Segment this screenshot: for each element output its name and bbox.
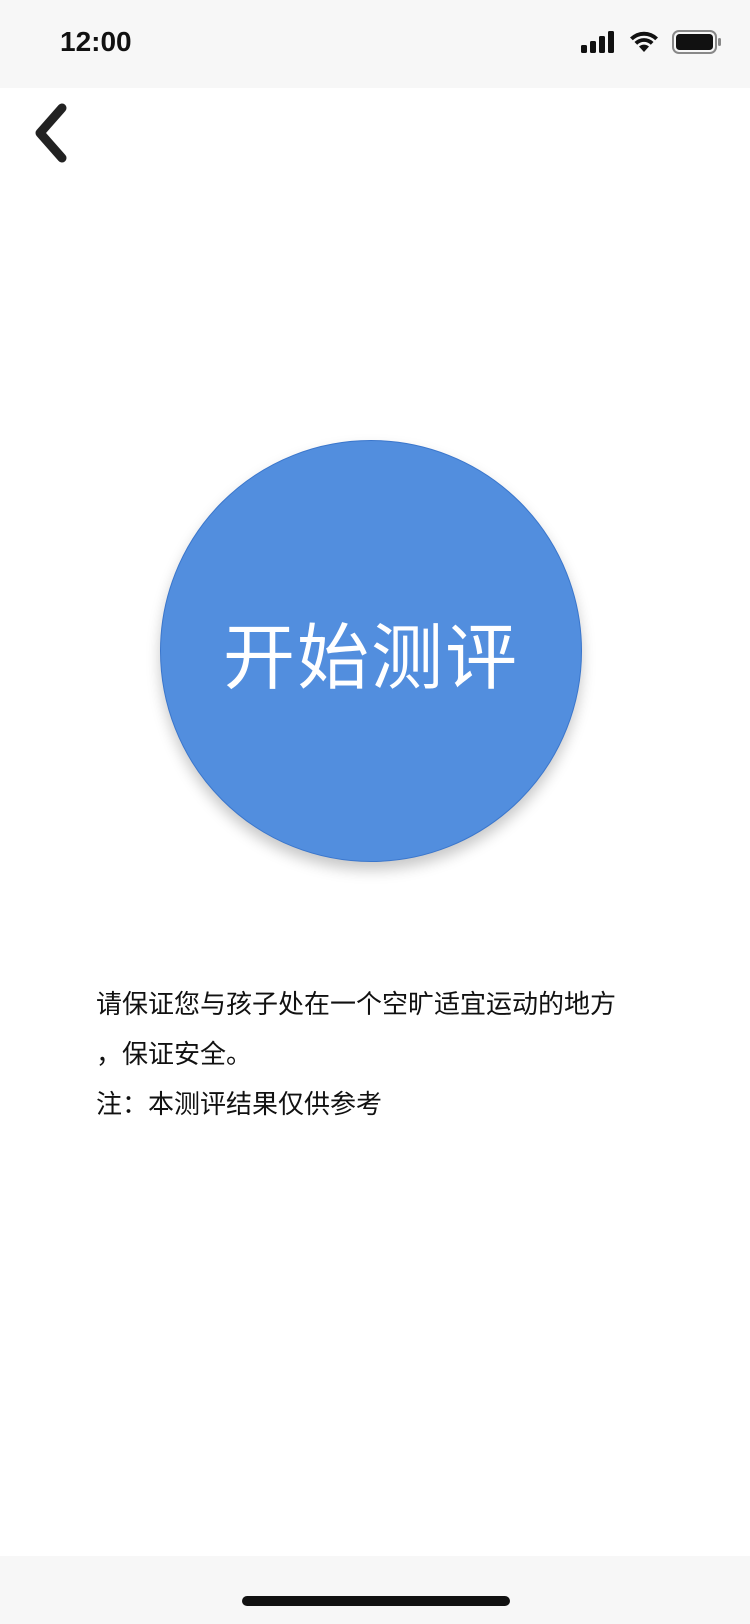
start-assessment-label: 开始测评 xyxy=(222,615,519,700)
notice-line: 请保证您与孩子处在一个空旷适宜运动的地方 xyxy=(96,990,617,1020)
start-assessment-button[interactable]: 开始测评 xyxy=(160,440,582,862)
notice-line: 注：本测评结果仅供参考 xyxy=(96,1090,383,1120)
chevron-left-icon xyxy=(35,103,67,163)
status-icons xyxy=(580,30,722,54)
notice-line: ，保证安全。 xyxy=(96,1040,253,1070)
status-bar: 12:00 xyxy=(0,0,750,88)
safety-notice: 请保证您与孩子处在一个空旷适宜运动的地方 ，保证安全。 注：本测评结果仅供参考 xyxy=(96,980,666,1130)
battery-icon xyxy=(672,30,721,54)
wifi-icon xyxy=(630,31,658,52)
status-time: 12:00 xyxy=(60,26,132,57)
home-indicator[interactable] xyxy=(242,1596,510,1606)
home-indicator-area xyxy=(0,1556,750,1624)
signal-icon xyxy=(581,31,614,53)
screen: 12:00 开始测评 请保证您与孩子处在一个空旷适宜运动的地方 ，保证安全。 注… xyxy=(0,0,750,1624)
back-button[interactable] xyxy=(30,100,76,166)
